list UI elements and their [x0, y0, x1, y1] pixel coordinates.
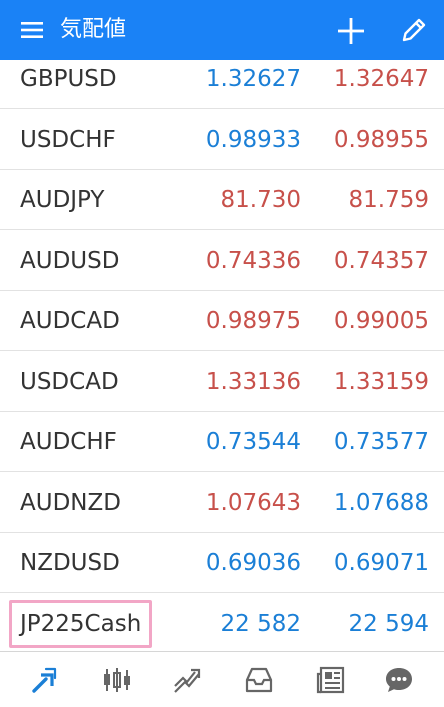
quote-row[interactable]: AUDJPY 81.730 81.759 — [0, 170, 444, 230]
quote-row[interactable]: AUDNZD 1.07643 1.07688 — [0, 473, 444, 533]
plus-icon[interactable] — [334, 14, 368, 48]
symbol-name: GBPUSD — [20, 66, 117, 92]
bid-price: 22 582 — [220, 610, 301, 637]
symbol-name: USDCAD — [20, 368, 119, 395]
quote-row[interactable]: AUDCAD 0.98975 0.99005 — [0, 291, 444, 351]
quote-row[interactable]: AUDCHF 0.73544 0.73577 — [0, 412, 444, 472]
bid-price: 0.98975 — [205, 308, 301, 334]
quotes-list: GBPUSD 1.32627 1.32647 USDCHF 0.98933 0.98955… — [0, 60, 444, 651]
quotes-icon[interactable] — [29, 664, 61, 696]
ask-price: 1.07688 — [333, 489, 429, 516]
symbol-name: JP225Cash — [20, 610, 142, 637]
bid-price: 81.730 — [220, 187, 301, 213]
app-bar: 気配値 — [0, 0, 444, 60]
symbol-name: AUDNZD — [20, 489, 121, 516]
ask-price: 0.74357 — [333, 247, 429, 274]
trade-icon[interactable] — [171, 664, 203, 696]
symbol-name: AUDCAD — [20, 308, 120, 334]
ask-price: 81.759 — [348, 187, 429, 213]
quote-row[interactable]: AUDUSD 0.74336 0.74357 — [0, 231, 444, 291]
symbol-name: AUDJPY — [20, 187, 105, 213]
quote-row[interactable]: USDCAD 1.33136 1.33159 — [0, 352, 444, 412]
quote-row[interactable]: GBPUSD 1.32627 1.32647 — [0, 60, 444, 109]
ask-price: 0.69071 — [333, 550, 429, 576]
quote-row[interactable]: JP225Cash 22 582 22 594 — [0, 594, 444, 652]
symbol-name: AUDUSD — [20, 247, 120, 274]
ask-price: 1.33159 — [333, 368, 429, 395]
news-icon[interactable] — [315, 664, 347, 696]
quote-row[interactable]: USDCHF 0.98933 0.98955 — [0, 110, 444, 170]
ask-price: 0.73577 — [333, 429, 429, 455]
ask-price: 0.98955 — [333, 126, 429, 153]
chart-icon[interactable] — [101, 664, 133, 696]
quote-row[interactable]: NZDUSD 0.69036 0.69071 — [0, 533, 444, 593]
symbol-name: USDCHF — [20, 126, 116, 153]
bid-price: 0.69036 — [205, 550, 301, 576]
history-icon[interactable] — [243, 664, 275, 696]
pencil-icon[interactable] — [398, 14, 430, 46]
bid-price: 0.74336 — [205, 247, 301, 274]
ask-price: 22 594 — [348, 610, 429, 637]
ask-price: 0.99005 — [333, 308, 429, 334]
bid-price: 0.98933 — [205, 126, 301, 153]
ask-price: 1.32647 — [333, 66, 429, 92]
symbol-name: AUDCHF — [20, 429, 117, 455]
chat-icon[interactable] — [383, 664, 415, 696]
symbol-name: NZDUSD — [20, 550, 120, 576]
bid-price: 0.73544 — [205, 429, 301, 455]
page-title: 気配値 — [60, 17, 127, 42]
hamburger-menu-icon[interactable] — [20, 18, 46, 42]
bottom-navigation — [0, 651, 444, 707]
bid-price: 1.32627 — [205, 66, 301, 92]
bid-price: 1.33136 — [205, 368, 301, 395]
bid-price: 1.07643 — [205, 489, 301, 516]
